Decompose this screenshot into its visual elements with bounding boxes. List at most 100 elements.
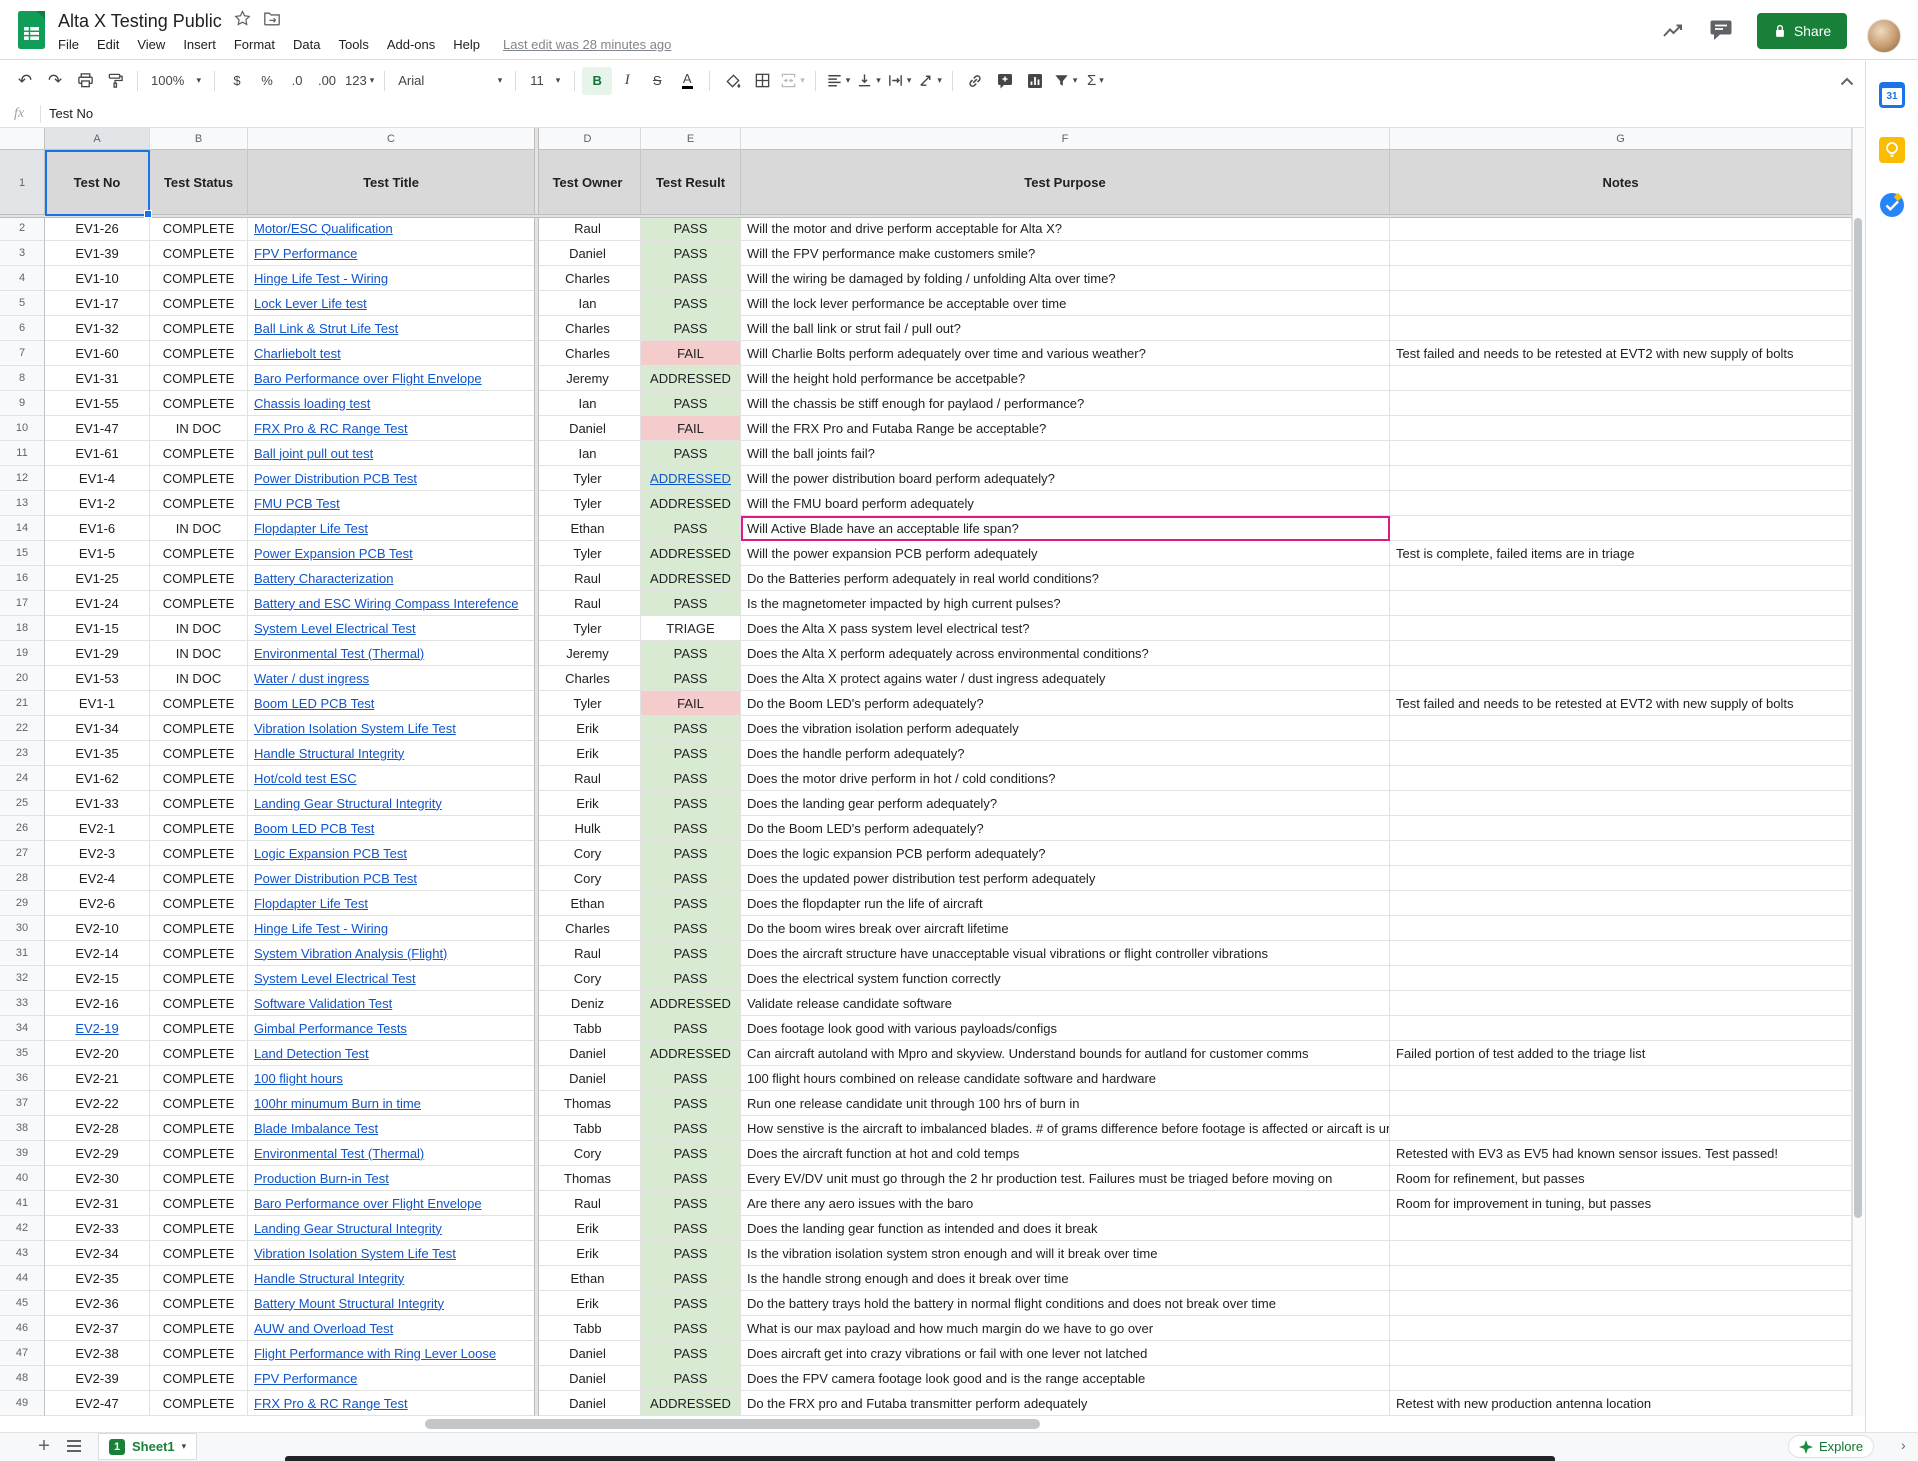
cell-F7[interactable]: Will Charlie Bolts perform adequately ov… xyxy=(741,341,1390,366)
test-title-link[interactable]: Landing Gear Structural Integrity xyxy=(254,1221,442,1236)
cell-A25[interactable]: EV1-33 xyxy=(45,791,150,816)
cell-G21[interactable]: Test failed and needs to be retested at … xyxy=(1390,691,1852,716)
cell-B15[interactable]: COMPLETE xyxy=(150,541,248,566)
cell-G17[interactable] xyxy=(1390,591,1852,616)
cell-D38[interactable]: Tabb xyxy=(535,1116,641,1141)
row-header-19[interactable]: 19 xyxy=(0,641,45,666)
cell-G40[interactable]: Room for refinement, but passes xyxy=(1390,1166,1852,1191)
cell-F41[interactable]: Are there any aero issues with the baro xyxy=(741,1191,1390,1216)
insert-comment-button[interactable] xyxy=(990,67,1020,95)
cell-G41[interactable]: Room for improvement in tuning, but pass… xyxy=(1390,1191,1852,1216)
avatar[interactable] xyxy=(1867,19,1901,53)
cell-E10[interactable]: FAIL xyxy=(641,416,741,441)
cell-C17[interactable]: Battery and ESC Wiring Compass Interefen… xyxy=(248,591,535,616)
star-icon[interactable] xyxy=(234,10,251,32)
cell-A3[interactable]: EV1-39 xyxy=(45,241,150,266)
sheet-tab-menu-icon[interactable]: ▾ xyxy=(182,1442,187,1451)
row-header-7[interactable]: 7 xyxy=(0,341,45,366)
cell-G18[interactable] xyxy=(1390,616,1852,641)
cell-B5[interactable]: COMPLETE xyxy=(150,291,248,316)
cell-C42[interactable]: Landing Gear Structural Integrity xyxy=(248,1216,535,1241)
cell-G4[interactable] xyxy=(1390,266,1852,291)
row-header-18[interactable]: 18 xyxy=(0,616,45,641)
cell-E49[interactable]: ADDRESSED xyxy=(641,1391,741,1416)
cell-F10[interactable]: Will the FRX Pro and Futaba Range be acc… xyxy=(741,416,1390,441)
cell-D7[interactable]: Charles xyxy=(535,341,641,366)
test-title-link[interactable]: Battery Characterization xyxy=(254,571,393,586)
cell-C11[interactable]: Ball joint pull out test xyxy=(248,441,535,466)
cell-E13[interactable]: ADDRESSED xyxy=(641,491,741,516)
cell-G22[interactable] xyxy=(1390,716,1852,741)
cell-A11[interactable]: EV1-61 xyxy=(45,441,150,466)
cell-F37[interactable]: Run one release candidate unit through 1… xyxy=(741,1091,1390,1116)
horizontal-scrollbar-thumb[interactable] xyxy=(425,1419,1040,1429)
cell-B37[interactable]: COMPLETE xyxy=(150,1091,248,1116)
cell-C31[interactable]: System Vibration Analysis (Flight) xyxy=(248,941,535,966)
formula-bar[interactable]: fx Test No xyxy=(0,100,1864,128)
cell-D19[interactable]: Jeremy xyxy=(535,641,641,666)
cell-D17[interactable]: Raul xyxy=(535,591,641,616)
cell-B8[interactable]: COMPLETE xyxy=(150,366,248,391)
test-title-link[interactable]: Boom LED PCB Test xyxy=(254,696,374,711)
cell-D2[interactable]: Raul xyxy=(535,216,641,241)
test-title-link[interactable]: Handle Structural Integrity xyxy=(254,746,404,761)
cell-C33[interactable]: Software Validation Test xyxy=(248,991,535,1016)
cell-B40[interactable]: COMPLETE xyxy=(150,1166,248,1191)
cell-A48[interactable]: EV2-39 xyxy=(45,1366,150,1391)
cell-D41[interactable]: Raul xyxy=(535,1191,641,1216)
bold-button[interactable]: B xyxy=(582,67,612,95)
frozen-row-divider[interactable] xyxy=(0,214,1852,218)
cell-A23[interactable]: EV1-35 xyxy=(45,741,150,766)
cell-C16[interactable]: Battery Characterization xyxy=(248,566,535,591)
cell-D18[interactable]: Tyler xyxy=(535,616,641,641)
test-title-link[interactable]: Power Distribution PCB Test xyxy=(254,471,417,486)
row-header-49[interactable]: 49 xyxy=(0,1391,45,1416)
cell-E22[interactable]: PASS xyxy=(641,716,741,741)
test-title-link[interactable]: Environmental Test (Thermal) xyxy=(254,646,424,661)
insert-link-button[interactable] xyxy=(960,67,990,95)
cell-D16[interactable]: Raul xyxy=(535,566,641,591)
cell-G16[interactable] xyxy=(1390,566,1852,591)
cell-C14[interactable]: Flopdapter Life Test xyxy=(248,516,535,541)
row-header-24[interactable]: 24 xyxy=(0,766,45,791)
row-header-13[interactable]: 13 xyxy=(0,491,45,516)
cell-A4[interactable]: EV1-10 xyxy=(45,266,150,291)
cell-B17[interactable]: COMPLETE xyxy=(150,591,248,616)
row-header-4[interactable]: 4 xyxy=(0,266,45,291)
cell-A45[interactable]: EV2-36 xyxy=(45,1291,150,1316)
row-header-23[interactable]: 23 xyxy=(0,741,45,766)
cell-F14[interactable]: Will Active Blade have an acceptable lif… xyxy=(741,516,1390,541)
test-title-link[interactable]: Land Detection Test xyxy=(254,1046,369,1061)
horizontal-align-button[interactable]: ▾ xyxy=(823,67,854,95)
sheet-tab[interactable]: 1 Sheet1 ▾ xyxy=(98,1433,197,1460)
cell-D8[interactable]: Jeremy xyxy=(535,366,641,391)
cell-A42[interactable]: EV2-33 xyxy=(45,1216,150,1241)
test-title-link[interactable]: Flight Performance with Ring Lever Loose xyxy=(254,1346,496,1361)
header-cell-test-no[interactable]: Test No xyxy=(45,150,150,216)
cell-F6[interactable]: Will the ball link or strut fail / pull … xyxy=(741,316,1390,341)
cell-B7[interactable]: COMPLETE xyxy=(150,341,248,366)
cell-E27[interactable]: PASS xyxy=(641,841,741,866)
cell-C6[interactable]: Ball Link & Strut Life Test xyxy=(248,316,535,341)
fill-color-button[interactable] xyxy=(717,67,747,95)
cell-F45[interactable]: Do the battery trays hold the battery in… xyxy=(741,1291,1390,1316)
cell-G42[interactable] xyxy=(1390,1216,1852,1241)
cell-G26[interactable] xyxy=(1390,816,1852,841)
cell-C30[interactable]: Hinge Life Test - Wiring xyxy=(248,916,535,941)
cell-G38[interactable] xyxy=(1390,1116,1852,1141)
cell-D28[interactable]: Cory xyxy=(535,866,641,891)
menu-data[interactable]: Data xyxy=(284,37,329,52)
row-header-12[interactable]: 12 xyxy=(0,466,45,491)
cell-D46[interactable]: Tabb xyxy=(535,1316,641,1341)
row-header-17[interactable]: 17 xyxy=(0,591,45,616)
text-wrap-button[interactable]: ▾ xyxy=(884,67,915,95)
cell-E5[interactable]: PASS xyxy=(641,291,741,316)
row-header-45[interactable]: 45 xyxy=(0,1291,45,1316)
cell-G39[interactable]: Retested with EV3 as EV5 had known senso… xyxy=(1390,1141,1852,1166)
row-header-16[interactable]: 16 xyxy=(0,566,45,591)
column-header-C[interactable]: C xyxy=(248,128,535,150)
cell-D42[interactable]: Erik xyxy=(535,1216,641,1241)
strikethrough-button[interactable]: S xyxy=(642,67,672,95)
row-header-43[interactable]: 43 xyxy=(0,1241,45,1266)
cell-D5[interactable]: Ian xyxy=(535,291,641,316)
